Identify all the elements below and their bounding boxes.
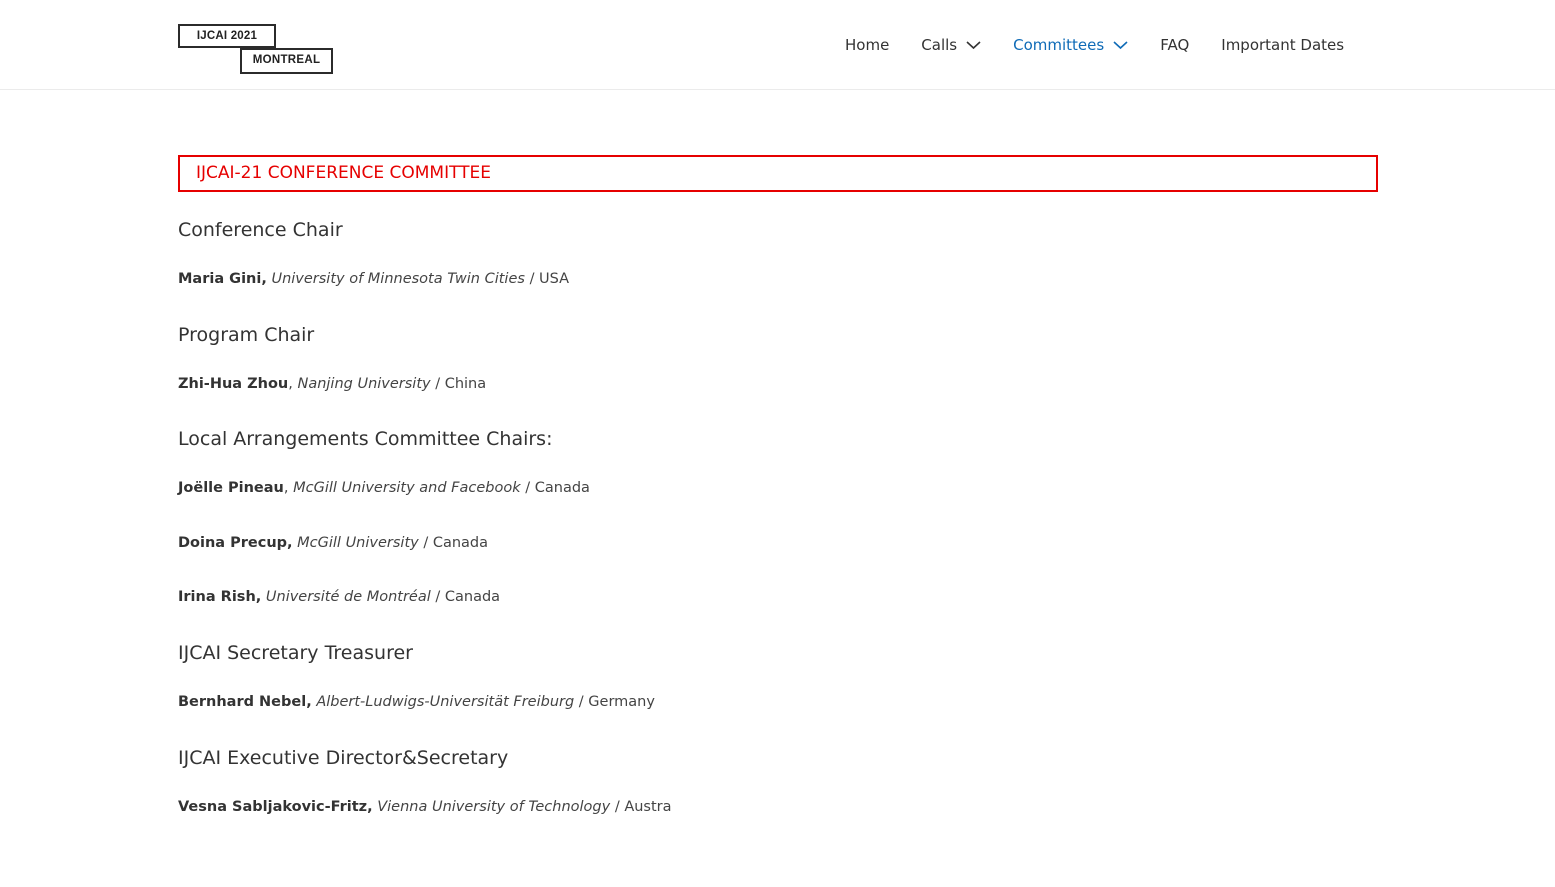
ijcai-logo[interactable]: IJCAI 2021 MONTREAL [178, 24, 334, 74]
person-separator: , [283, 480, 294, 496]
logo-line1: IJCAI 2021 [178, 24, 276, 48]
nav-calls-label: Calls [921, 36, 958, 54]
chevron-down-icon [1113, 41, 1128, 50]
main-nav: Home Calls Committees FAQ Important Date… [845, 33, 1344, 57]
person-entry: Zhi-Hua Zhou, Nanjing University / China [178, 376, 486, 392]
person-affiliation: Vienna University of Technology [377, 799, 611, 815]
nav-calls[interactable]: Calls [921, 36, 981, 54]
nav-faq-label: FAQ [1160, 36, 1190, 54]
person-name: Zhi-Hua Zhou [178, 376, 289, 392]
person-entry: Doina Precup, McGill University / Canada [178, 535, 488, 551]
person-name: Maria Gini, [178, 271, 267, 287]
section-title-executive-director: IJCAI Executive Director&Secretary [178, 747, 509, 769]
nav-important-dates-label: Important Dates [1221, 36, 1345, 54]
person-entry: Irina Rish, Université de Montréal / Can… [178, 589, 500, 605]
main-content: IJCAI-21 CONFERENCE COMMITTEE Conference… [178, 155, 1378, 815]
person-affiliation: McGill University [297, 535, 419, 551]
person-country: / China [435, 376, 487, 392]
person-name: Joëlle Pineau [178, 480, 284, 496]
person-name: Doina Precup, [178, 535, 293, 551]
nav-home-label: Home [845, 36, 890, 54]
person-name: Vesna Sabljakovic-Fritz, [178, 799, 373, 815]
person-country: / Canada [525, 480, 590, 496]
person-entry: Maria Gini, University of Minnesota Twin… [178, 271, 569, 287]
chevron-down-icon [966, 41, 981, 50]
person-name: Irina Rish, [178, 589, 262, 605]
person-affiliation: Nanjing University [297, 376, 431, 392]
person-affiliation: University of Minnesota Twin Cities [271, 271, 525, 287]
person-name: Bernhard Nebel, [178, 694, 312, 710]
person-country: / Canada [435, 589, 501, 605]
nav-committees[interactable]: Committees [1013, 36, 1128, 54]
nav-faq[interactable]: FAQ [1160, 36, 1189, 54]
person-country: / Germany [578, 694, 655, 710]
section-title-program-chair: Program Chair [178, 324, 315, 346]
person-country: / Canada [423, 535, 488, 551]
nav-important-dates[interactable]: Important Dates [1221, 36, 1344, 54]
person-affiliation: Albert-Ludwigs-Universität Freiburg [316, 694, 575, 710]
section-title-conference-chair: Conference Chair [178, 219, 343, 241]
committee-heading: IJCAI-21 CONFERENCE COMMITTEE [178, 155, 1378, 192]
site-header: IJCAI 2021 MONTREAL Home Calls Committee… [0, 0, 1555, 90]
person-entry: Joëlle Pineau, McGill University and Fac… [178, 480, 590, 496]
person-entry: Vesna Sabljakovic-Fritz, Vienna Universi… [178, 799, 672, 815]
section-title-secretary-treasurer: IJCAI Secretary Treasurer [178, 642, 413, 664]
person-affiliation: McGill University and Facebook [293, 480, 521, 496]
section-title-local-arrangements: Local Arrangements Committee Chairs: [178, 428, 553, 450]
person-country: / USA [529, 271, 570, 287]
logo-line2: MONTREAL [240, 48, 333, 74]
nav-home[interactable]: Home [845, 36, 889, 54]
person-country: / Austra [614, 799, 672, 815]
person-affiliation: Université de Montréal [265, 589, 431, 605]
person-entry: Bernhard Nebel, Albert-Ludwigs-Universit… [178, 694, 655, 710]
nav-committees-label: Committees [1013, 36, 1105, 54]
